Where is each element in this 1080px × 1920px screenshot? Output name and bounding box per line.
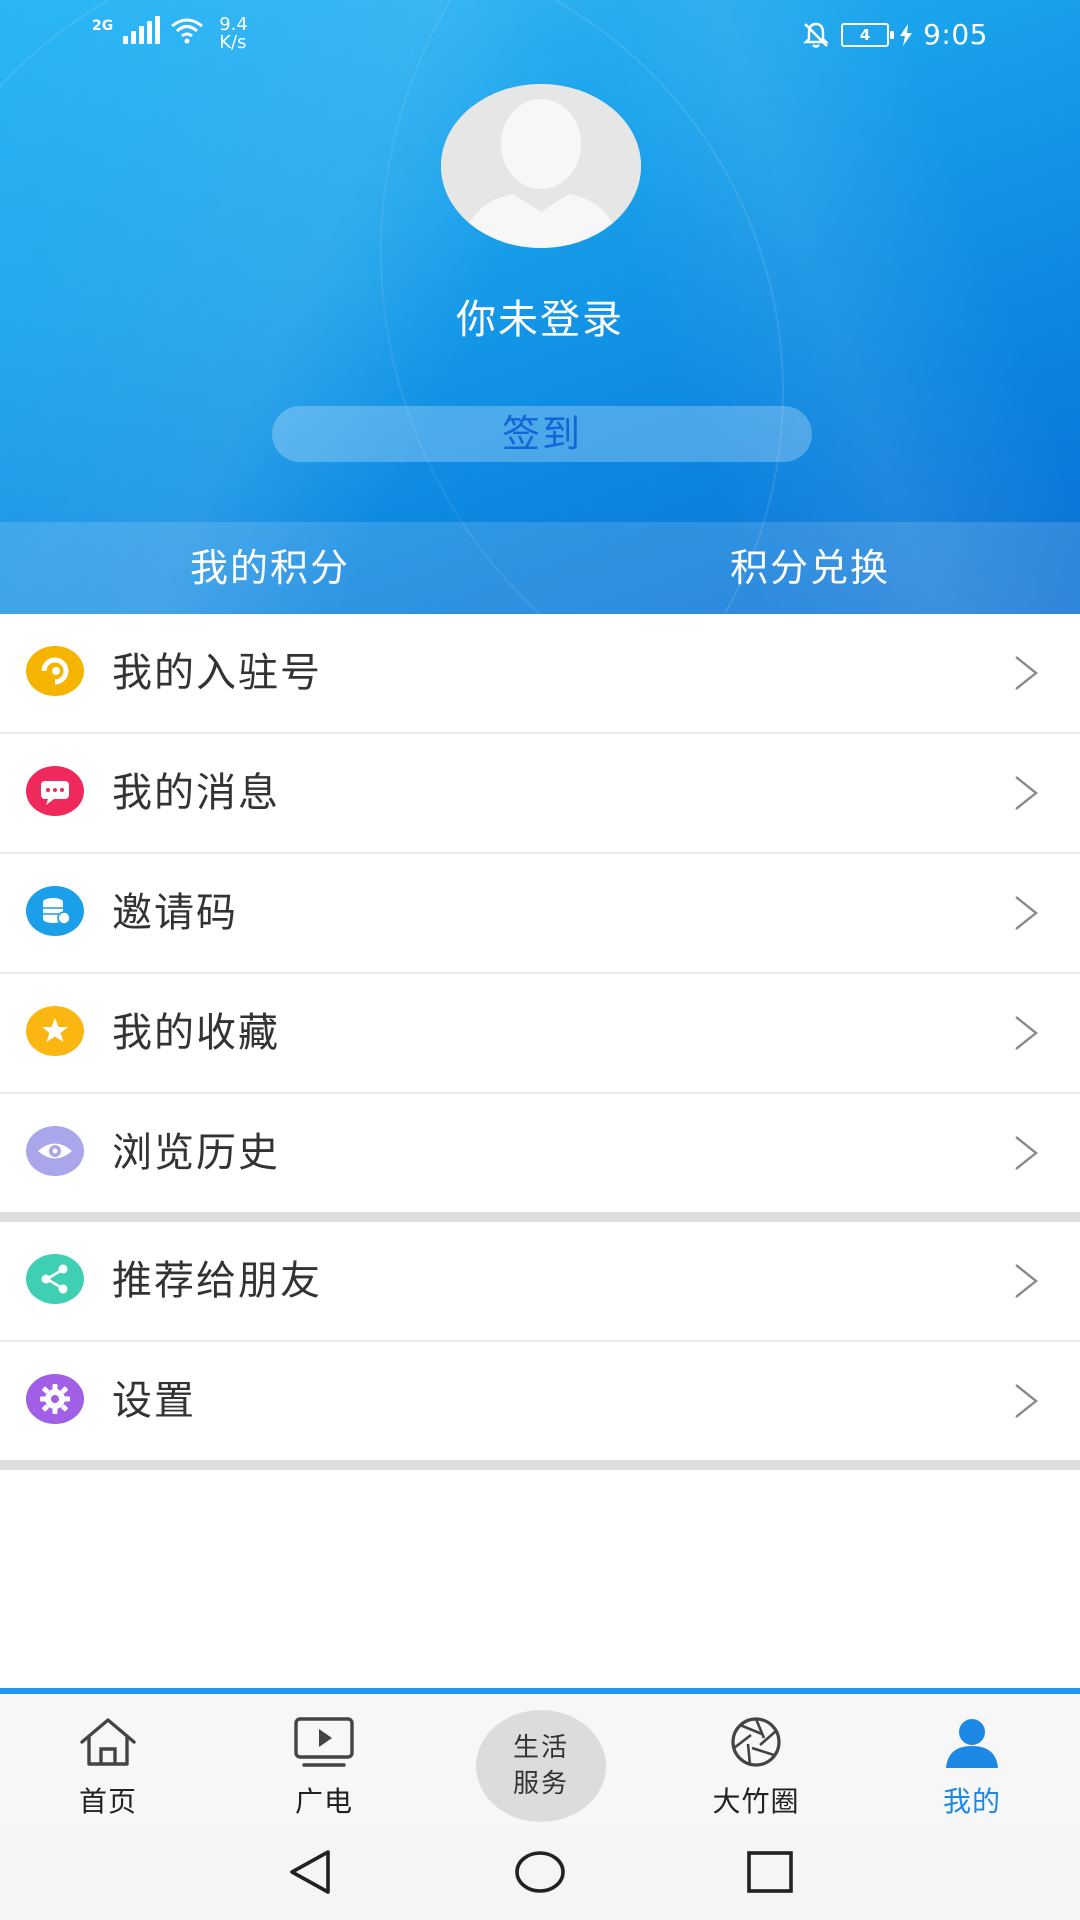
points-bar: 我的积分 积分兑换 bbox=[0, 522, 1080, 614]
tab-life-services[interactable]: 生活 服务 bbox=[476, 1710, 606, 1822]
menu-item-my-messages[interactable]: 我的消息 bbox=[0, 734, 1080, 854]
tab-mine[interactable]: 我的 bbox=[864, 1694, 1080, 1824]
speed-unit: K/s bbox=[219, 32, 247, 53]
message-icon bbox=[26, 766, 84, 816]
profile-header: 2G 9.4 K/s 4 9:05 你未登录 签到 我的积分 积分兑换 bbox=[0, 0, 1080, 744]
menu-item-settings[interactable]: 设置 bbox=[0, 1342, 1080, 1460]
bottom-tab-bar: 首页 广电 生活 服务 大竹圈 我的 bbox=[0, 1688, 1080, 1830]
battery-icon: 4 bbox=[841, 22, 895, 47]
menu-item-history[interactable]: 浏览历史 bbox=[0, 1094, 1080, 1212]
chevron-right-icon bbox=[1015, 656, 1038, 690]
chevron-right-icon bbox=[1015, 1264, 1038, 1298]
network-speed: 9.4 K/s bbox=[219, 16, 248, 52]
tab-broadcast[interactable]: 广电 bbox=[216, 1694, 432, 1824]
back-icon[interactable] bbox=[284, 1846, 336, 1898]
menu-item-label: 浏览历史 bbox=[112, 1130, 280, 1176]
menu-item-invite-code[interactable]: 邀请码 bbox=[0, 854, 1080, 974]
tab-label: 大竹圈 bbox=[712, 1785, 800, 1818]
tab-dazhu-circle[interactable]: 大竹圈 bbox=[648, 1694, 864, 1824]
home-icon bbox=[80, 1718, 136, 1766]
bell-muted-icon bbox=[803, 22, 830, 48]
menu-item-share[interactable]: 推荐给朋友 bbox=[0, 1222, 1080, 1342]
group-divider bbox=[0, 1212, 1080, 1222]
menu-list: 我的入驻号 我的消息 邀请码 我的收藏 浏览历史 推荐给朋友 设置 bbox=[0, 614, 1080, 1470]
share-icon bbox=[26, 1254, 84, 1304]
menu-item-label: 我的收藏 bbox=[112, 1010, 280, 1056]
group-divider bbox=[0, 1460, 1080, 1470]
user-icon bbox=[946, 1719, 998, 1768]
chevron-right-icon bbox=[1015, 776, 1038, 810]
menu-item-label: 我的消息 bbox=[112, 770, 280, 816]
tab-home[interactable]: 首页 bbox=[0, 1694, 216, 1824]
home-nav-icon[interactable] bbox=[514, 1846, 566, 1898]
chevron-right-icon bbox=[1015, 1136, 1038, 1170]
my-points-button[interactable]: 我的积分 bbox=[0, 522, 540, 614]
login-status-text[interactable]: 你未登录 bbox=[0, 287, 1080, 345]
chevron-right-icon bbox=[1015, 1016, 1038, 1050]
menu-item-favorites[interactable]: 我的收藏 bbox=[0, 974, 1080, 1094]
menu-item-label: 我的入驻号 bbox=[112, 650, 322, 696]
aperture-icon bbox=[731, 1717, 781, 1767]
menu-item-label: 设置 bbox=[112, 1378, 196, 1424]
eye-icon bbox=[26, 1126, 84, 1176]
tab-label-line2: 服务 bbox=[512, 1769, 569, 1799]
coin-stack-icon bbox=[26, 886, 84, 936]
tv-play-icon bbox=[294, 1717, 354, 1767]
recents-icon[interactable] bbox=[744, 1846, 796, 1898]
default-avatar-icon bbox=[441, 84, 641, 248]
status-bar: 2G 9.4 K/s 4 9:05 bbox=[0, 0, 1080, 70]
system-navigation-bar bbox=[0, 1824, 1080, 1920]
gear-icon bbox=[26, 1374, 84, 1424]
tab-label: 首页 bbox=[78, 1785, 137, 1818]
tab-label: 我的 bbox=[942, 1785, 1001, 1818]
menu-item-label: 邀请码 bbox=[112, 890, 238, 936]
signal-icon bbox=[123, 16, 161, 44]
avatar[interactable] bbox=[441, 84, 641, 248]
account-icon bbox=[26, 646, 84, 696]
chevron-right-icon bbox=[1015, 896, 1038, 930]
chevron-right-icon bbox=[1015, 1384, 1038, 1418]
tab-label-line1: 生活 bbox=[512, 1733, 569, 1763]
tab-label: 广电 bbox=[294, 1785, 353, 1818]
points-exchange-button[interactable]: 积分兑换 bbox=[540, 522, 1080, 614]
charging-icon bbox=[900, 23, 913, 46]
network-type: 2G bbox=[92, 18, 114, 34]
star-icon bbox=[26, 1006, 84, 1056]
menu-item-label: 推荐给朋友 bbox=[112, 1258, 322, 1304]
wifi-icon bbox=[171, 18, 204, 44]
sign-in-button[interactable]: 签到 bbox=[272, 406, 812, 462]
clock: 9:05 bbox=[923, 18, 988, 51]
menu-item-my-account[interactable]: 我的入驻号 bbox=[0, 614, 1080, 734]
